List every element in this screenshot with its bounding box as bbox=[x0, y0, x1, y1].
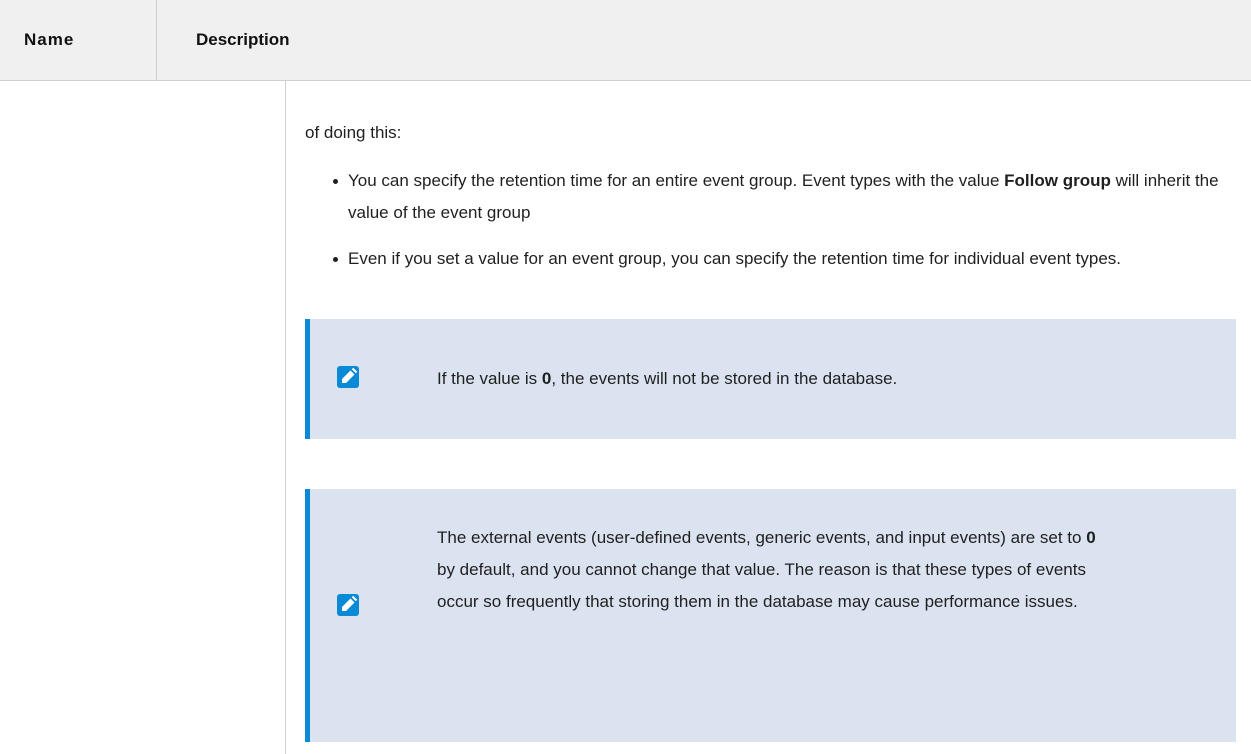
note-text-after: by default, and you cannot change that v… bbox=[437, 560, 1086, 611]
pencil-icon bbox=[337, 594, 359, 616]
bullet-text-bold: Follow group bbox=[1004, 171, 1111, 190]
table-header: Name Description bbox=[0, 0, 1251, 81]
column-header-description: Description bbox=[196, 30, 290, 49]
settings-table: Name Description of doing this: You can … bbox=[0, 0, 1251, 754]
list-item: You can specify the retention time for a… bbox=[305, 165, 1235, 229]
column-divider bbox=[285, 81, 286, 754]
note-text: If the value is 0, the events will not b… bbox=[437, 367, 897, 391]
note-text-bold: 0 bbox=[1086, 528, 1096, 547]
note-box: The external events (user-defined events… bbox=[305, 489, 1236, 742]
note-text-after: , the events will not be stored in the d… bbox=[551, 369, 898, 388]
column-header-name: Name bbox=[24, 30, 75, 49]
header-divider bbox=[156, 0, 157, 80]
bullet-text: Even if you set a value for an event gro… bbox=[348, 249, 1122, 268]
bullet-text-before: You can specify the retention time for a… bbox=[348, 171, 1005, 190]
note-text-before: The external events (user-defined events… bbox=[437, 528, 1087, 547]
bullet-dot bbox=[333, 179, 338, 184]
intro-text: of doing this: bbox=[305, 123, 402, 142]
pencil-icon bbox=[337, 366, 359, 388]
bullet-dot bbox=[333, 257, 338, 262]
bullet-list: You can specify the retention time for a… bbox=[305, 165, 1235, 289]
note-text-bold: 0 bbox=[541, 369, 552, 388]
note-box: If the value is 0, the events will not b… bbox=[305, 319, 1236, 439]
note-text-before: If the value is bbox=[437, 369, 542, 388]
list-item: Even if you set a value for an event gro… bbox=[305, 243, 1235, 275]
note-text: The external events (user-defined events… bbox=[437, 522, 1097, 618]
